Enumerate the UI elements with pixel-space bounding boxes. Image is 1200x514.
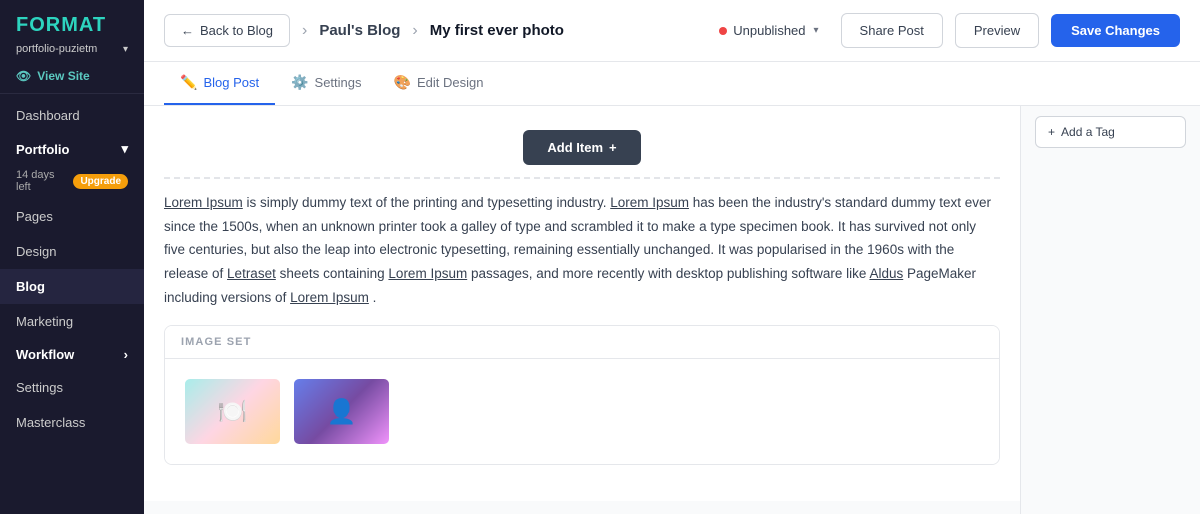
portfolio-name-row[interactable]: portfolio-puzietm ▾ [0, 43, 144, 63]
share-post-button[interactable]: Share Post [841, 13, 943, 48]
topbar: ← Back to Blog › Paul's Blog › My first … [144, 0, 1200, 62]
app-logo: FORMAT [0, 0, 144, 43]
sidebar-item-marketing[interactable]: Marketing [0, 304, 144, 339]
add-tag-button[interactable]: + Add a Tag [1035, 116, 1186, 148]
sidebar-item-label: Pages [16, 209, 53, 224]
add-item-label: Add Item [547, 140, 603, 155]
sidebar-item-settings[interactable]: Settings [0, 370, 144, 405]
food-image [185, 379, 280, 444]
aldus-ref: Aldus [869, 266, 903, 281]
lorem-ipsum-2: Lorem Ipsum [610, 195, 689, 210]
portfolio-chevron-icon: ▾ [123, 44, 128, 55]
person-image [294, 379, 389, 444]
back-button-label: Back to Blog [200, 23, 273, 38]
breadcrumb-separator-2: › [412, 22, 417, 40]
status-chevron-icon: ▾ [814, 25, 819, 36]
body-text-part3: sheets containing [280, 266, 389, 281]
add-item-plus-icon: + [609, 140, 617, 155]
right-panel: + Add a Tag [1020, 106, 1200, 514]
add-item-button[interactable]: Add Item + [523, 130, 640, 165]
main-body: Add Item + Lorem Ipsum is simply dummy t… [144, 106, 1200, 514]
add-tag-plus-icon: + [1048, 125, 1055, 139]
sidebar-item-label: Workflow [16, 347, 74, 362]
preview-button-label: Preview [974, 23, 1020, 38]
body-text-part6: . [373, 290, 377, 305]
breadcrumb-separator: › [302, 22, 307, 40]
back-to-blog-button[interactable]: ← Back to Blog [164, 14, 290, 47]
tab-settings-label: Settings [315, 75, 362, 90]
save-changes-button[interactable]: Save Changes [1051, 14, 1180, 47]
sidebar-item-workflow[interactable]: Workflow › [0, 339, 144, 370]
view-site-label: View Site [37, 69, 89, 83]
lorem-ipsum-3: Lorem Ipsum [388, 266, 467, 281]
main-area: ← Back to Blog › Paul's Blog › My first … [144, 0, 1200, 514]
letraset-ref: Letraset [227, 266, 276, 281]
add-item-row: Add Item + [164, 122, 1000, 177]
tab-edit-design-icon: 🎨 [394, 74, 411, 91]
sidebar-item-dashboard[interactable]: Dashboard [0, 98, 144, 133]
lorem-ipsum-4: Lorem Ipsum [290, 290, 369, 305]
days-left-text: 14 days left [16, 169, 63, 193]
body-text-part4: passages, and more recently with desktop… [471, 266, 869, 281]
body-text-part1: is simply dummy text of the printing and… [247, 195, 611, 210]
tab-edit-design-label: Edit Design [417, 75, 483, 90]
status-dot-icon [719, 27, 727, 35]
image-set-content [165, 359, 999, 464]
sidebar-item-label: Masterclass [16, 415, 85, 430]
tab-settings-icon: ⚙️ [291, 74, 308, 91]
back-arrow-icon: ← [181, 23, 194, 38]
tab-settings[interactable]: ⚙️ Settings [275, 62, 377, 105]
blog-name-breadcrumb: Paul's Blog [319, 22, 400, 39]
content-inner: Add Item + Lorem Ipsum is simply dummy t… [144, 106, 1020, 501]
eye-icon: 👁 [16, 69, 31, 83]
portfolio-name: portfolio-puzietm [16, 43, 97, 55]
section-separator [164, 177, 1000, 179]
workflow-expand-icon: › [124, 347, 128, 362]
view-site-link[interactable]: 👁 View Site [0, 63, 144, 93]
image-thumb-1[interactable] [185, 379, 280, 444]
upgrade-badge[interactable]: Upgrade [73, 174, 128, 189]
days-left-row: 14 days left Upgrade [0, 165, 144, 199]
sidebar-item-label: Marketing [16, 314, 73, 329]
content-area: Add Item + Lorem Ipsum is simply dummy t… [144, 106, 1020, 514]
portfolio-expand-icon: ▾ [121, 141, 128, 157]
image-thumb-2[interactable] [294, 379, 389, 444]
publish-status-badge[interactable]: Unpublished ▾ [709, 17, 828, 44]
status-label: Unpublished [733, 23, 805, 38]
sidebar-item-blog[interactable]: Blog [0, 269, 144, 304]
image-set-card: IMAGE SET [164, 325, 1000, 465]
add-tag-label: Add a Tag [1061, 125, 1115, 139]
save-button-label: Save Changes [1071, 23, 1160, 38]
sidebar-item-label: Settings [16, 380, 63, 395]
share-button-label: Share Post [860, 23, 924, 38]
sidebar-item-label: Blog [16, 279, 45, 294]
sidebar-item-design[interactable]: Design [0, 234, 144, 269]
lorem-ipsum-1: Lorem Ipsum [164, 195, 243, 210]
sidebar-item-portfolio[interactable]: Portfolio ▾ [0, 133, 144, 165]
sidebar-divider-top [0, 93, 144, 94]
sidebar-item-label: Portfolio [16, 142, 69, 157]
sidebar: FORMAT portfolio-puzietm ▾ 👁 View Site D… [0, 0, 144, 514]
tab-blog-post-label: Blog Post [203, 75, 259, 90]
sidebar-item-masterclass[interactable]: Masterclass [0, 405, 144, 440]
sidebar-item-pages[interactable]: Pages [0, 199, 144, 234]
sidebar-item-label: Dashboard [16, 108, 80, 123]
tab-blog-post[interactable]: ✏️ Blog Post [164, 62, 275, 105]
preview-button[interactable]: Preview [955, 13, 1039, 48]
tab-edit-design[interactable]: 🎨 Edit Design [378, 62, 500, 105]
image-set-label: IMAGE SET [165, 326, 999, 359]
post-title-breadcrumb: My first ever photo [430, 22, 564, 39]
sidebar-item-label: Design [16, 244, 56, 259]
tab-blog-post-icon: ✏️ [180, 74, 197, 91]
tabs-bar: ✏️ Blog Post ⚙️ Settings 🎨 Edit Design [144, 62, 1200, 106]
body-text: Lorem Ipsum is simply dummy text of the … [164, 191, 1000, 309]
